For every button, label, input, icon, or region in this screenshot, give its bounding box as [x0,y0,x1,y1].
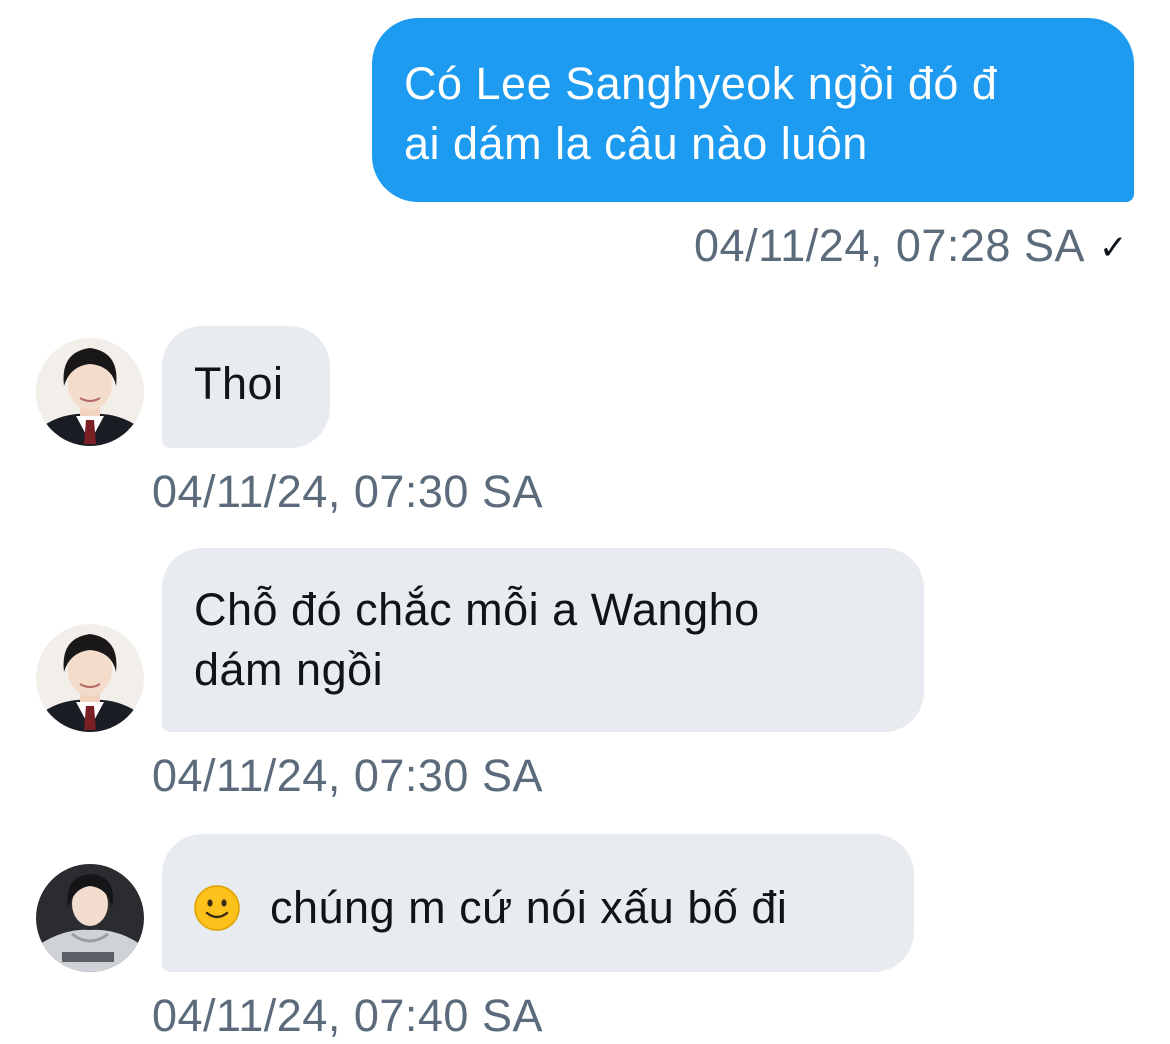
message-text: chúng m cứ nói xấu bố đi [270,882,788,933]
message-text-line: Chỗ đó chắc mỗi a Wangho [194,584,760,635]
slightly-smiling-face-icon [194,885,240,931]
avatar[interactable] [36,338,144,446]
avatar[interactable] [36,624,144,732]
message-text-line: chúng m cứ nói xấu bố đi [194,878,884,938]
avatar[interactable] [36,864,144,972]
message-text-line: Thoi [194,358,284,409]
avatar-school-uniform-icon [36,624,144,732]
sent-message-bubble[interactable]: Có Lee Sanghyeok ngồi đó đ ai dám la câu… [372,18,1134,202]
received-message-bubble[interactable]: Thoi [162,326,330,448]
checkmark-icon: ✓ [1099,229,1128,267]
message-timestamp: 04/11/24, 07:30 SA [152,466,543,517]
message-timestamp: 04/11/24, 07:40 SA [152,990,543,1041]
message-text-line: Có Lee Sanghyeok ngồi đó đ [404,58,998,109]
message-text-line: ai dám la câu nào luôn [404,118,868,169]
received-message-bubble[interactable]: Chỗ đó chắc mỗi a Wangho dám ngồi [162,548,924,732]
avatar-hoodie-icon [36,864,144,972]
message-timestamp: 04/11/24, 07:28 SA ✓ [694,218,1128,276]
avatar-school-uniform-icon [36,338,144,446]
timestamp-text: 04/11/24, 07:28 SA [694,220,1085,271]
received-message-bubble[interactable]: chúng m cứ nói xấu bố đi [162,834,914,972]
message-timestamp: 04/11/24, 07:30 SA [152,750,543,801]
message-text-line: dám ngồi [194,644,384,695]
